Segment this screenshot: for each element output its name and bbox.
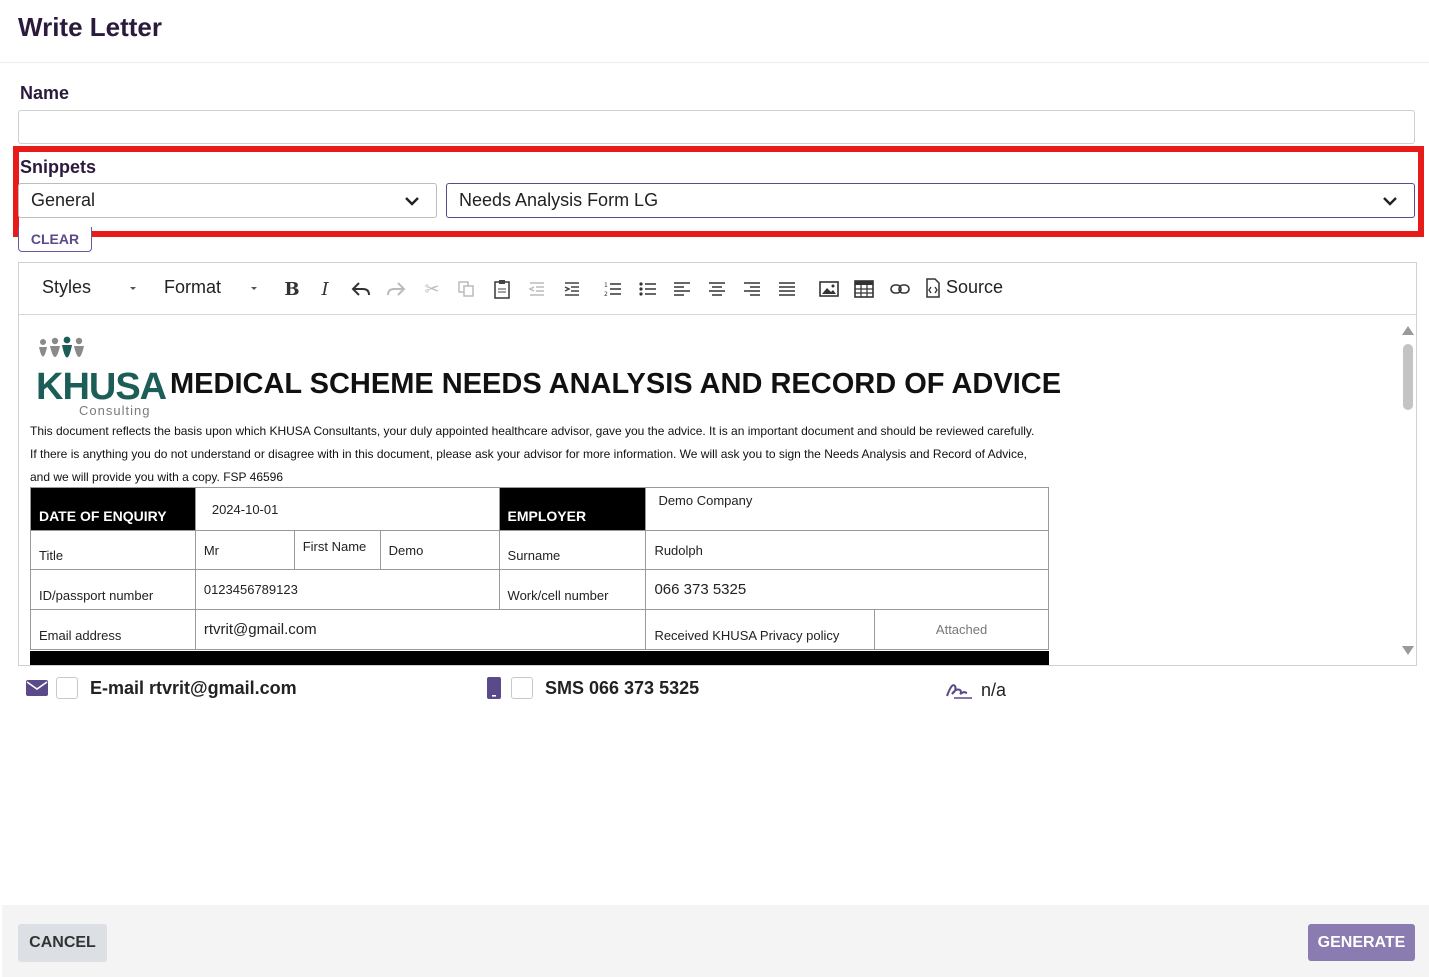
email-address-label: Email address: [30, 609, 196, 650]
name-label: Name: [20, 83, 70, 103]
scroll-thumb[interactable]: [1403, 344, 1413, 410]
editor-toolbar: Styles Format B I ✂ 1 2 Source: [19, 263, 1416, 315]
format-arrow-icon: [251, 287, 257, 290]
chevron-down-icon: [405, 197, 419, 206]
editor-content[interactable]: KHUSA Consulting MEDICAL SCHEME NEEDS AN…: [19, 316, 1399, 665]
indent-icon[interactable]: [561, 278, 583, 300]
privacy-policy-label: Received KHUSA Privacy policy: [645, 609, 876, 650]
justify-icon[interactable]: [776, 278, 798, 300]
source-label: Source: [946, 277, 1004, 297]
id-passport-value: 0123456789123: [194, 569, 500, 610]
surname-value: Rudolph: [645, 530, 1049, 570]
numbered-list-icon[interactable]: 12: [602, 278, 624, 300]
table-row: Title Mr First Name Demo Surname Rudolph: [30, 530, 1049, 570]
work-cell-label: Work/cell number: [498, 569, 647, 610]
redo-icon[interactable]: [385, 278, 407, 300]
snippet-category-select[interactable]: General: [18, 183, 437, 218]
document-paragraph-1: This document reflects the basis upon wh…: [30, 424, 1035, 438]
khusa-logo-sub: Consulting: [79, 403, 151, 418]
svg-text:2: 2: [604, 291, 608, 297]
source-icon: [926, 277, 940, 298]
email-address-value: rtvrit@gmail.com: [194, 609, 647, 650]
clear-button[interactable]: CLEAR: [18, 227, 92, 252]
snippet-value: Needs Analysis Form LG: [459, 190, 659, 210]
image-icon[interactable]: [818, 278, 840, 300]
scroll-up-icon[interactable]: [1402, 326, 1414, 335]
generate-button[interactable]: GENERATE: [1308, 924, 1415, 961]
privacy-policy-value: Attached: [874, 609, 1049, 650]
email-notify-text: E-mail rtvrit@gmail.com: [90, 677, 297, 698]
table-row: Email address rtvrit@gmail.com Received …: [30, 609, 1049, 650]
enquiry-form-table: DATE OF ENQUIRY 2024-10-01 EMPLOYER Demo…: [30, 487, 1049, 650]
styles-dropdown[interactable]: Styles: [42, 277, 91, 298]
employer-label: EMPLOYER: [498, 487, 647, 531]
sms-notify-option: SMS 066 373 5325: [486, 673, 699, 703]
cut-icon[interactable]: ✂: [421, 278, 443, 300]
italic-icon[interactable]: I: [314, 278, 336, 300]
email-notify-option: E-mail rtvrit@gmail.com: [26, 673, 297, 703]
surname-label: Surname: [498, 530, 647, 570]
employer-value: Demo Company: [645, 487, 1049, 531]
align-left-icon[interactable]: [671, 278, 693, 300]
source-button[interactable]: Source: [925, 277, 1003, 298]
write-letter-dialog: Write Letter Name Snippets General Needs…: [0, 0, 1429, 977]
chevron-down-icon: [1383, 197, 1397, 206]
outdent-icon[interactable]: [526, 278, 548, 300]
snippet-select[interactable]: Needs Analysis Form LG: [446, 183, 1415, 218]
table-row: ID/passport number 0123456789123 Work/ce…: [30, 569, 1049, 610]
sms-notify-text: SMS 066 373 5325: [545, 677, 700, 698]
title-label: Title: [30, 530, 196, 570]
date-of-enquiry-label: DATE OF ENQUIRY: [30, 487, 196, 531]
snippets-label: Snippets: [20, 157, 97, 177]
editor-scrollbar[interactable]: [1398, 316, 1416, 665]
styles-arrow-icon: [130, 287, 136, 290]
bulleted-list-icon[interactable]: [637, 278, 659, 300]
cancel-button[interactable]: CANCEL: [18, 924, 107, 962]
snippet-category-value: General: [31, 190, 96, 210]
align-center-icon[interactable]: [706, 278, 728, 300]
table-icon[interactable]: [853, 278, 875, 300]
svg-text:1: 1: [604, 282, 608, 289]
table-section-bar: [30, 651, 1049, 665]
signature-text: n/a: [981, 679, 1007, 700]
mobile-phone-icon: [487, 677, 501, 699]
khusa-logo-figures-icon: [39, 336, 84, 358]
undo-icon[interactable]: [350, 278, 372, 300]
table-row: DATE OF ENQUIRY 2024-10-01 EMPLOYER Demo…: [30, 487, 1049, 531]
id-passport-label: ID/passport number: [30, 569, 196, 610]
signature-icon: [946, 684, 972, 699]
document-paragraph-3: and we will provide you with a copy. FSP…: [30, 470, 284, 484]
dialog-title: Write Letter: [18, 12, 162, 42]
rich-text-editor: Styles Format B I ✂ 1 2 Source KHUSA Con…: [18, 262, 1417, 666]
scroll-down-icon[interactable]: [1402, 646, 1414, 655]
title-value: Mr: [194, 530, 295, 570]
document-paragraph-2: If there is anything you do not understa…: [30, 447, 1027, 461]
name-input[interactable]: [18, 110, 1415, 144]
format-dropdown[interactable]: Format: [164, 277, 221, 298]
title-divider: [0, 62, 1429, 63]
copy-icon[interactable]: [455, 278, 477, 300]
bold-icon[interactable]: B: [281, 278, 303, 300]
first-name-value: Demo: [379, 530, 500, 570]
email-checkbox[interactable]: [56, 677, 78, 699]
date-of-enquiry-value: 2024-10-01: [194, 487, 500, 531]
signature-option: n/a: [946, 675, 1006, 705]
document-heading: MEDICAL SCHEME NEEDS ANALYSIS AND RECORD…: [170, 368, 1062, 400]
work-cell-value: 066 373 5325: [645, 569, 1049, 610]
sms-checkbox[interactable]: [511, 677, 533, 699]
align-right-icon[interactable]: [741, 278, 763, 300]
paste-icon[interactable]: [491, 278, 513, 300]
link-icon[interactable]: [889, 278, 911, 300]
dialog-footer: CANCEL GENERATE: [2, 905, 1429, 977]
first-name-label: First Name: [293, 530, 381, 570]
envelope-icon: [26, 680, 48, 696]
